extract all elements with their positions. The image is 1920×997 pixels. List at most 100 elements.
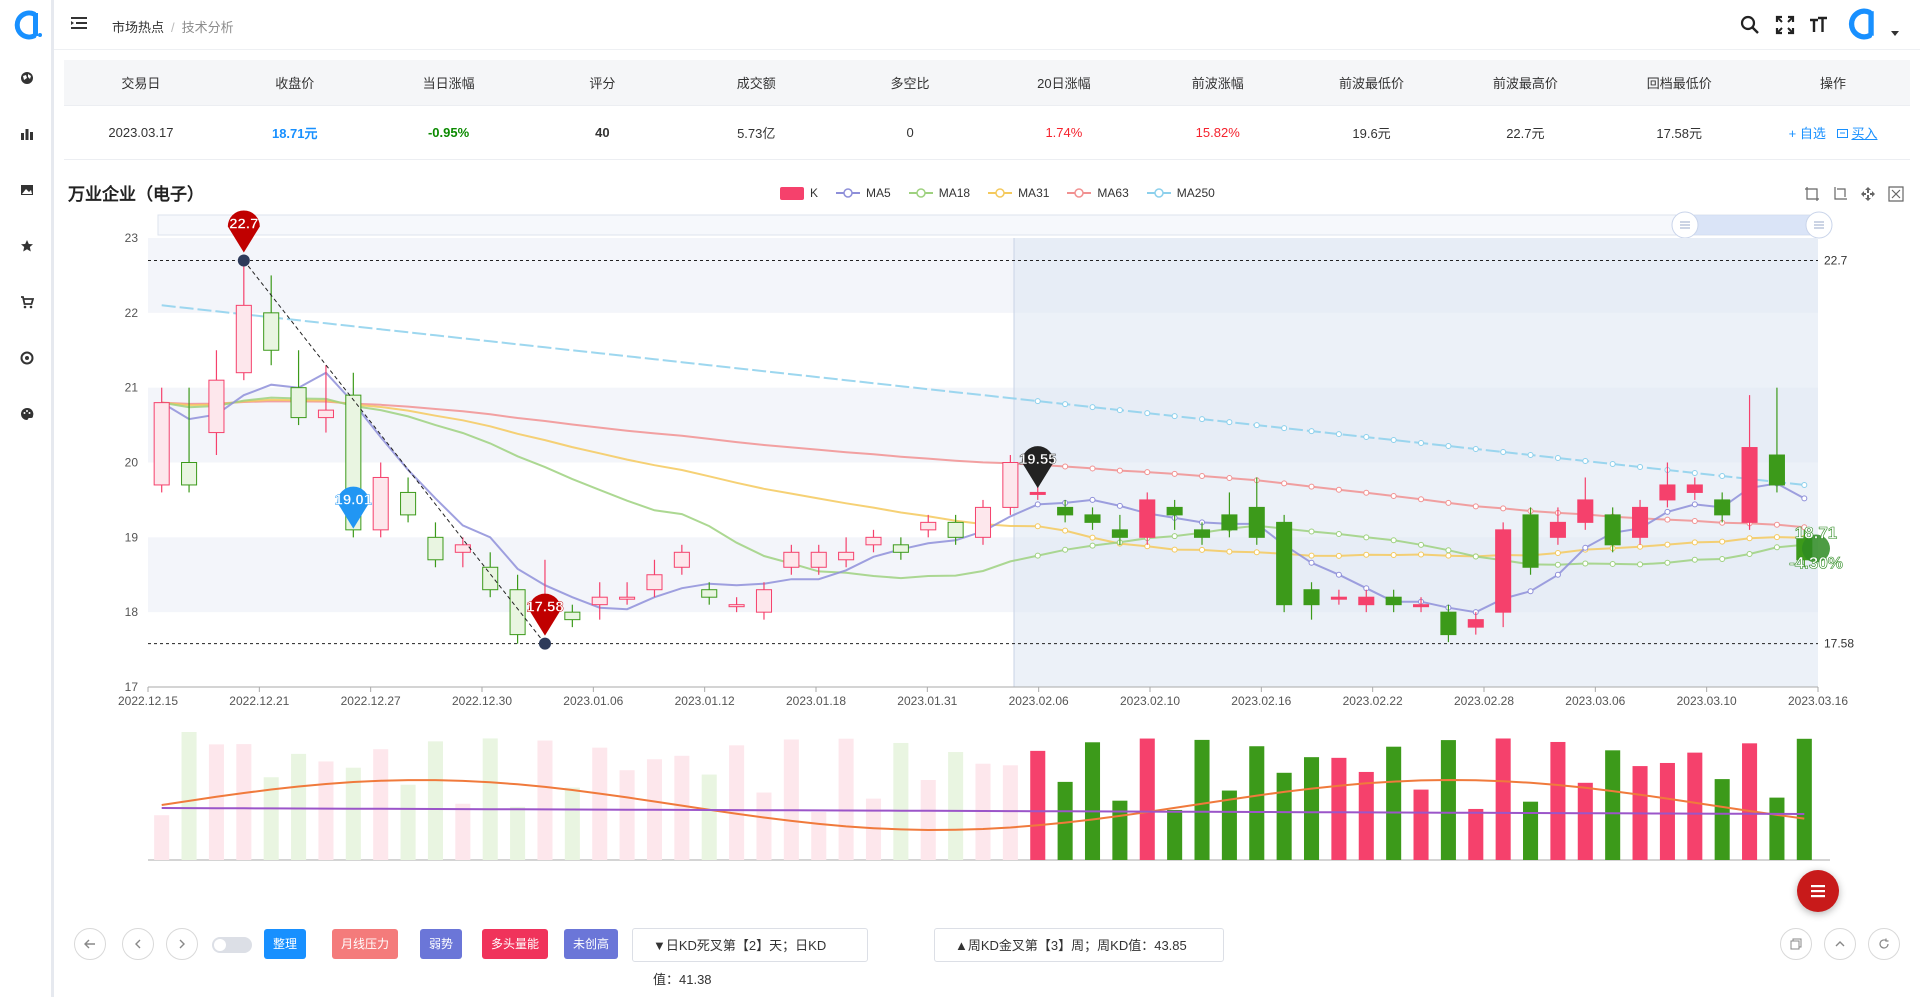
breadcrumb-parent[interactable]: 市场热点 [112,20,164,35]
ma18-line-point [1418,541,1425,548]
price-marker-label: 22.7 [229,215,258,232]
buy-link[interactable]: 买入 [1837,126,1877,141]
ma5-line-point [1062,499,1069,506]
menu-fold-icon[interactable] [70,14,88,32]
candle-body [1084,514,1101,523]
ma63-line [161,400,1805,529]
cart-icon[interactable] [17,292,37,312]
target-icon[interactable] [17,348,37,368]
breadcrumb-separator: / [171,20,175,35]
x-tick-label: 2023.02.22 [1343,694,1403,708]
ma5-line-point [1363,585,1370,592]
legend-item-ma250[interactable]: MA250 [1146,186,1215,200]
candle-body [1440,611,1457,636]
mode-toggle[interactable] [212,937,252,953]
candle-body [1604,514,1621,546]
ma63-line-point [1582,511,1589,518]
ma250-line-point [1637,463,1644,470]
volume-bar [674,755,690,860]
fullscreen-icon[interactable] [1774,14,1796,36]
ma31-line-point [1390,551,1397,558]
font-size-icon[interactable] [1807,14,1829,36]
candle-body [427,536,444,561]
restore-icon[interactable] [1860,186,1876,202]
tag-no-new-high[interactable]: 未创高 [564,929,619,959]
palette-icon[interactable] [17,404,37,424]
tag-consolidation[interactable]: 整理 [264,929,307,959]
tag-weak[interactable]: 弱势 [420,929,463,959]
user-avatar[interactable] [1846,8,1878,40]
ma250-line-point [1281,425,1288,432]
bar-chart-icon[interactable] [17,124,37,144]
top-bar: 市场热点 / 技术分析 [54,0,1920,50]
zoom-reset-icon[interactable] [1832,186,1848,202]
next-button[interactable] [166,928,198,960]
image-icon[interactable] [17,180,37,200]
globe-icon[interactable] [17,68,37,88]
ma31-line-point [1281,550,1288,557]
tag-monthly-pressure[interactable]: 月线压力 [332,929,399,959]
candle-body [1577,499,1594,523]
col-header: 交易日 [64,60,218,106]
ma31-line-point [1253,549,1260,556]
legend-item-ma18[interactable]: MA18 [908,186,970,200]
y-tick-label: 20 [125,456,139,470]
ma31-line-point [1116,540,1123,547]
refresh-icon [1879,938,1889,949]
y-tick-label: 17 [125,680,139,694]
add-watchlist-link[interactable]: + 自选 [1789,126,1826,141]
long-short-ratio-cell: 0 [833,105,987,160]
scroll-top-button[interactable] [1824,928,1856,960]
ma250-line-point [1554,455,1561,462]
ma31-line-point [1582,546,1589,553]
ma63-line-point [1253,477,1260,484]
legend-item-k[interactable]: K [780,186,818,200]
refresh-button[interactable] [1868,928,1900,960]
prev-button[interactable] [122,928,154,960]
candle-body [619,596,636,600]
volume-bar [1577,782,1593,860]
legend-item-ma31[interactable]: MA31 [988,186,1049,200]
summary-table: 交易日 收盘价 当日涨幅 评分 成交额 多空比 20日涨幅 前波涨幅 前波最低价… [64,60,1910,160]
volume-bar [838,738,854,860]
ma18-line-point [1691,556,1698,563]
volume-bar [208,744,224,860]
volume-bar [1714,779,1730,860]
y-tick-label: 19 [125,530,139,544]
search-icon[interactable] [1739,14,1761,36]
legend-item-ma63[interactable]: MA63 [1067,186,1129,200]
volume-bar [729,745,745,860]
ma250-line-point [1034,398,1041,405]
ma63-line-point [1308,483,1315,490]
candle-body [1467,619,1484,628]
ma18-line-point [1746,550,1753,557]
candle-body [1796,536,1813,561]
volume-bar [1386,746,1402,860]
price-marker-dot [237,254,250,267]
volume-bar [1769,797,1785,860]
data-zoom-handle [1805,211,1833,239]
floating-menu-button[interactable] [1797,870,1839,912]
volume-bar [318,761,334,860]
save-image-icon[interactable] [1888,186,1904,202]
zoom-select-icon[interactable] [1804,186,1820,202]
copy-button[interactable] [1780,928,1812,960]
star-icon[interactable] [17,236,37,256]
candle-body [1002,462,1019,508]
candle-body [1632,506,1649,538]
bottom-toolbar: 整理 月线压力 弱势 多头量能 未创高 ▼日KD死叉第【2】天；日KD值：41.… [74,928,1910,987]
volume-bar [1468,808,1484,860]
volume-bar [427,741,443,860]
chart-legend: K MA5 MA18 MA31 MA63 MA250 [780,186,1215,200]
legend-item-ma5[interactable]: MA5 [836,186,891,200]
col-header: 回档最低价 [1602,60,1757,106]
ma250-line-point [1472,446,1479,453]
volume-bar [1167,809,1183,860]
brand-logo[interactable] [12,10,42,40]
candle-body [400,491,417,516]
caret-down-icon[interactable] [1890,30,1900,38]
tag-bull-volume[interactable]: 多头量能 [482,929,549,959]
reference-line-label: 22.7 [1824,253,1848,267]
ma31-line-point [1554,550,1561,557]
back-button[interactable] [74,928,106,960]
